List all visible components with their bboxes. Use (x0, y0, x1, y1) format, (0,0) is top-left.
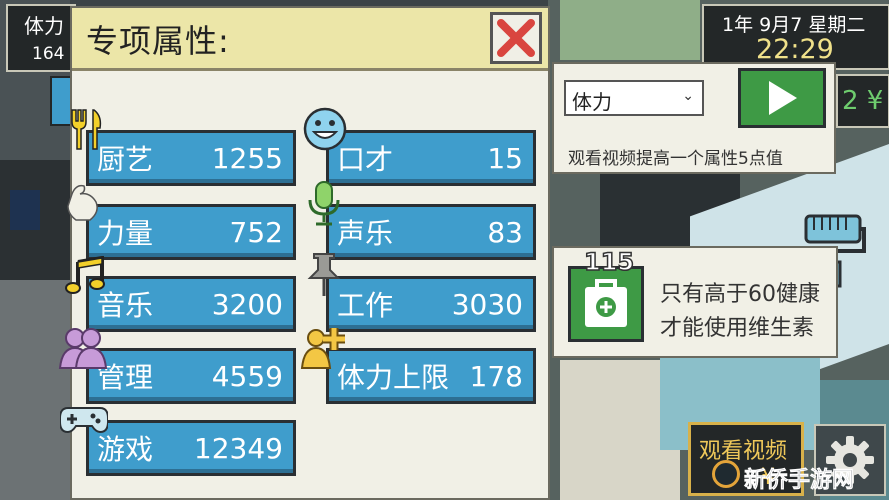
panel-title: 专项属性: (86, 22, 230, 60)
muscle-icon (67, 184, 98, 221)
boost-description: 观看视频提高一个属性5点值 (568, 149, 783, 169)
boost-card: 体力 ⌄ 观看视频提高一个属性5点值 (552, 62, 836, 174)
stat-value: 3200 (211, 287, 283, 321)
stamina-hud: 体力 164 (6, 4, 76, 72)
play-button[interactable] (738, 68, 826, 128)
pushpin-icon (307, 253, 341, 296)
money-hud: 2 ¥ (836, 74, 889, 128)
stat-value: 3030 (451, 287, 523, 321)
stat-management[interactable]: 管理 4559 (86, 348, 296, 404)
datetime-hud: 1年 9月7 星期二 22:29 (702, 4, 889, 70)
stat-value: 15 (487, 141, 523, 175)
close-button[interactable] (490, 12, 542, 64)
attribute-select-value: 体力 (572, 90, 612, 114)
stat-label: 工作 (337, 289, 394, 322)
stat-vocal[interactable]: 声乐 83 (326, 204, 536, 260)
time-text: 22:29 (756, 34, 834, 65)
vitamin-text-2: 才能使用维生素 (660, 316, 815, 341)
music-note-icon (65, 256, 105, 294)
stat-strength[interactable]: 力量 752 (86, 204, 296, 260)
vitamin-button[interactable] (568, 266, 644, 342)
chevron-down-icon: ⌄ (682, 88, 694, 104)
vitamin-count: 115 (583, 247, 635, 277)
vitamin-card: 115 只有高于60健康 才能使用维生素 (552, 246, 838, 358)
stat-label: 游戏 (97, 433, 154, 466)
watch-video-label: 观看视频 (699, 439, 788, 464)
stat-music[interactable]: 音乐 3200 (86, 276, 296, 332)
medkit-bag-icon (585, 279, 627, 327)
vitamin-text-1: 只有高于60健康 (660, 282, 820, 307)
close-x-icon (497, 19, 535, 57)
stat-cooking[interactable]: 厨艺 1255 (86, 130, 296, 186)
stat-value: 12349 (193, 431, 283, 465)
stat-stamina-cap[interactable]: 体力上限 178 (326, 348, 536, 404)
date-text: 1年 9月7 星期二 (722, 14, 866, 36)
watermark-logo (712, 460, 740, 488)
microphone-icon (308, 181, 340, 226)
stat-value: 752 (229, 215, 283, 249)
stat-value: 178 (469, 359, 523, 393)
stat-value: 1255 (211, 141, 283, 175)
person-plus-icon (300, 328, 345, 369)
stat-value: 83 (487, 215, 523, 249)
smiley-face-icon (303, 107, 347, 151)
stamina-value: 164 (32, 44, 65, 64)
fork-knife-icon (71, 109, 102, 150)
money-fragment: 2 ¥ (842, 86, 884, 116)
stat-work[interactable]: 工作 3030 (326, 276, 536, 332)
stat-value: 4559 (211, 359, 283, 393)
stat-label: 声乐 (337, 217, 394, 250)
stat-label: 体力上限 (337, 361, 450, 394)
people-icon (58, 328, 108, 369)
stat-label: 力量 (97, 217, 154, 250)
stat-gaming[interactable]: 游戏 12349 (86, 420, 296, 476)
stat-eloquence[interactable]: 口才 15 (326, 130, 536, 186)
play-icon (769, 81, 797, 115)
gamepad-icon (60, 407, 108, 434)
panel-header: 专项属性: (72, 8, 548, 71)
watermark-text: 新侨手游网 (744, 468, 855, 494)
attribute-select[interactable]: 体力 ⌄ (564, 80, 704, 116)
stamina-label: 体力 (24, 14, 64, 38)
